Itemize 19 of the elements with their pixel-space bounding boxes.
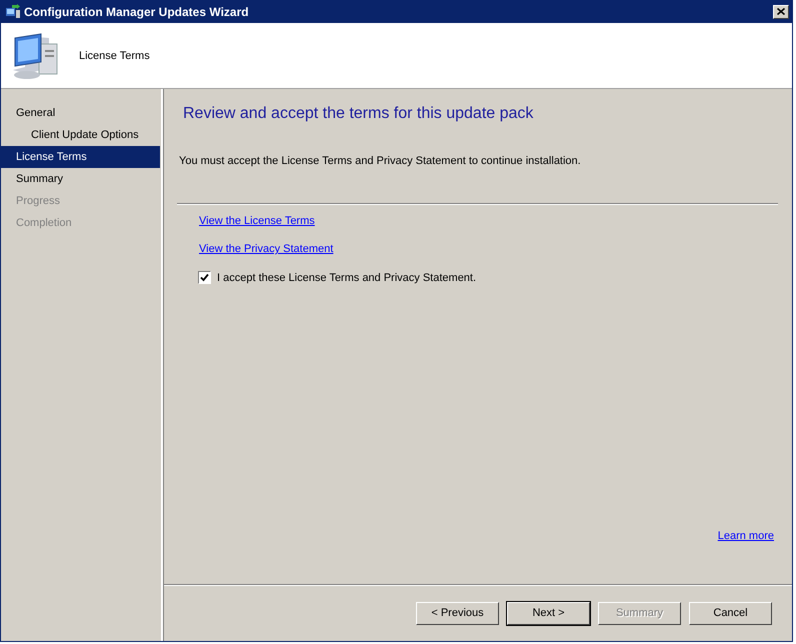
app-icon — [5, 4, 21, 20]
page-title: License Terms — [79, 50, 150, 62]
window-title: Configuration Manager Updates Wizard — [24, 4, 250, 18]
wizard-button[interactable]: Cancel — [689, 602, 772, 624]
link[interactable]: View the License Terms — [199, 215, 315, 227]
close-icon — [777, 8, 785, 15]
nav-item[interactable]: Summary — [1, 168, 160, 190]
learn-more-link[interactable]: Learn more — [718, 530, 774, 542]
nav-item[interactable]: General — [1, 102, 160, 124]
wizard-button[interactable]: < Previous — [416, 602, 499, 624]
link[interactable]: View the Privacy Statement — [199, 243, 334, 255]
nav-item[interactable]: Client Update Options — [1, 124, 160, 146]
close-button[interactable] — [773, 4, 789, 18]
accept-label: I accept these License Terms and Privacy Statement. — [217, 272, 476, 284]
page-heading: Review and accept the terms for this update pack — [182, 105, 534, 123]
nav-item[interactable]: License Terms — [1, 146, 160, 168]
wizard-button[interactable]: Next > — [507, 602, 590, 624]
instruction-text: You must accept the License Terms and Privacy Statement to continue installation. — [178, 155, 582, 167]
accept-checkbox[interactable] — [198, 271, 211, 284]
